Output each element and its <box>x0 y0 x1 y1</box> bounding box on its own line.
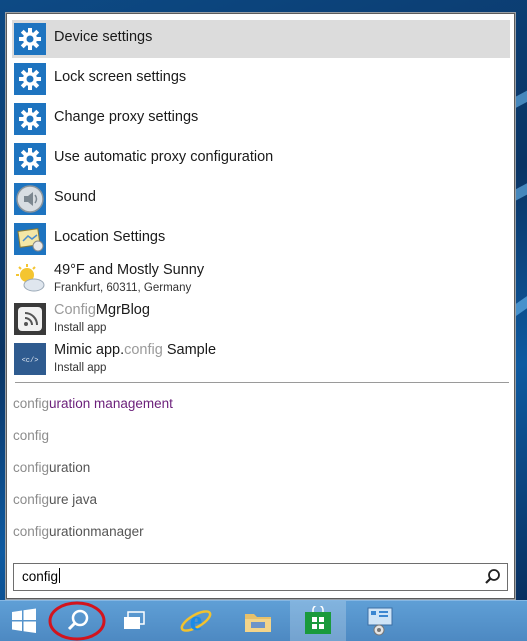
divider <box>15 382 509 383</box>
location-settings-icon <box>14 223 46 255</box>
result-title: Mimic app.config Sample <box>54 342 217 358</box>
result-subtitle: Install app <box>54 362 107 374</box>
internet-explorer-icon[interactable]: e <box>176 601 216 641</box>
result-title: Device settings <box>54 29 153 45</box>
result-device-settings[interactable]: Device settings <box>12 20 510 58</box>
gear-icon <box>14 143 46 175</box>
store-icon[interactable] <box>290 601 346 641</box>
search-icon[interactable] <box>483 567 503 587</box>
result-mimic-app-config[interactable]: <c/> Mimic app.config Sample Install app <box>12 340 510 378</box>
result-change-proxy-settings[interactable]: Change proxy settings <box>12 100 510 138</box>
suggestion-item[interactable]: config <box>13 428 49 443</box>
gear-icon <box>14 63 46 95</box>
result-title: Location Settings <box>54 229 166 245</box>
search-input[interactable]: config <box>22 568 61 584</box>
control-panel-icon[interactable] <box>360 601 400 641</box>
result-title: Sound <box>54 189 96 205</box>
windows-start-icon[interactable] <box>6 601 42 641</box>
result-title: Use automatic proxy configuration <box>54 149 274 165</box>
rss-app-icon <box>14 303 46 335</box>
result-location-settings[interactable]: Location Settings <box>12 220 510 258</box>
result-lock-screen-settings[interactable]: Lock screen settings <box>12 60 510 98</box>
search-flyout: Device settings Lock screen settings Cha… <box>6 13 515 599</box>
suggestion-item[interactable]: configurationmanager <box>13 524 144 539</box>
suggestion-item[interactable]: configuration management <box>13 396 173 411</box>
result-title: 49°F and Mostly Sunny <box>54 262 205 278</box>
result-title: ConfigMgrBlog <box>54 302 150 318</box>
result-title: Change proxy settings <box>54 109 199 125</box>
svg-text:<c/>: <c/> <box>22 357 39 365</box>
speaker-icon <box>14 183 46 215</box>
result-subtitle: Install app <box>54 322 107 334</box>
result-automatic-proxy[interactable]: Use automatic proxy configuration <box>12 140 510 178</box>
weather-icon <box>14 263 46 295</box>
suggestion-item[interactable]: configuration <box>13 460 90 475</box>
search-charm-icon[interactable] <box>48 601 106 641</box>
task-view-icon[interactable] <box>116 601 152 641</box>
gear-icon <box>14 23 46 55</box>
code-app-icon: <c/> <box>14 343 46 375</box>
search-box[interactable]: config <box>13 563 508 591</box>
file-explorer-icon[interactable] <box>238 601 278 641</box>
result-weather[interactable]: 49°F and Mostly Sunny Frankfurt, 60311, … <box>12 260 510 298</box>
result-title: Lock screen settings <box>54 69 187 85</box>
result-configmgrblog[interactable]: ConfigMgrBlog Install app <box>12 300 510 338</box>
taskbar: e <box>0 600 527 641</box>
gear-icon <box>14 103 46 135</box>
suggestion-item[interactable]: configure java <box>13 492 97 507</box>
svg-text:e: e <box>190 606 202 637</box>
result-subtitle: Frankfurt, 60311, Germany <box>54 282 192 294</box>
result-sound[interactable]: Sound <box>12 180 510 218</box>
